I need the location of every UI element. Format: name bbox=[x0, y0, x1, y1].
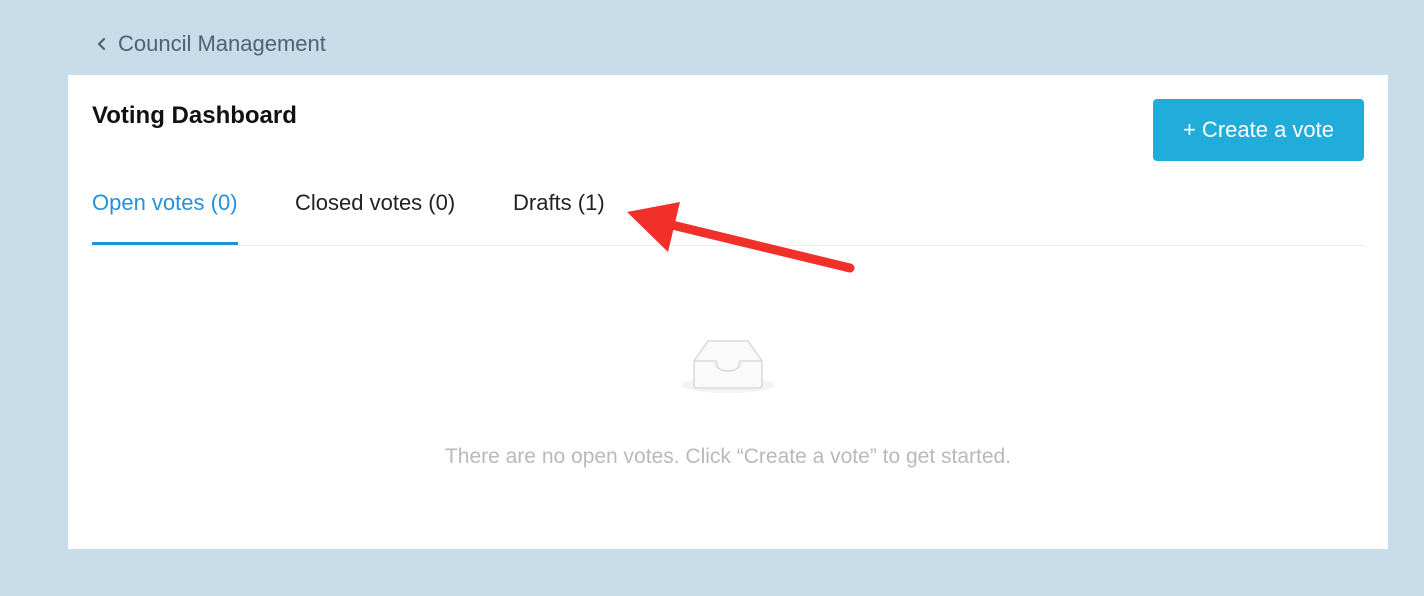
tab-closed-votes[interactable]: Closed votes (0) bbox=[295, 185, 455, 245]
voting-dashboard-card: Voting Dashboard + Create a vote Open vo… bbox=[68, 75, 1388, 549]
empty-inbox-icon bbox=[680, 333, 776, 397]
breadcrumb-back-link[interactable]: Council Management bbox=[96, 28, 326, 60]
create-vote-button[interactable]: + Create a vote bbox=[1153, 99, 1364, 161]
empty-state-message: There are no open votes. Click “Create a… bbox=[444, 445, 1012, 468]
tab-open-votes[interactable]: Open votes (0) bbox=[92, 185, 238, 245]
tab-drafts[interactable]: Drafts (1) bbox=[513, 185, 605, 245]
chevron-left-icon bbox=[96, 34, 110, 54]
breadcrumb-label: Council Management bbox=[118, 31, 326, 56]
page-title: Voting Dashboard bbox=[92, 102, 297, 129]
vote-tabs: Open votes (0) Closed votes (0) Drafts (… bbox=[92, 185, 1364, 246]
